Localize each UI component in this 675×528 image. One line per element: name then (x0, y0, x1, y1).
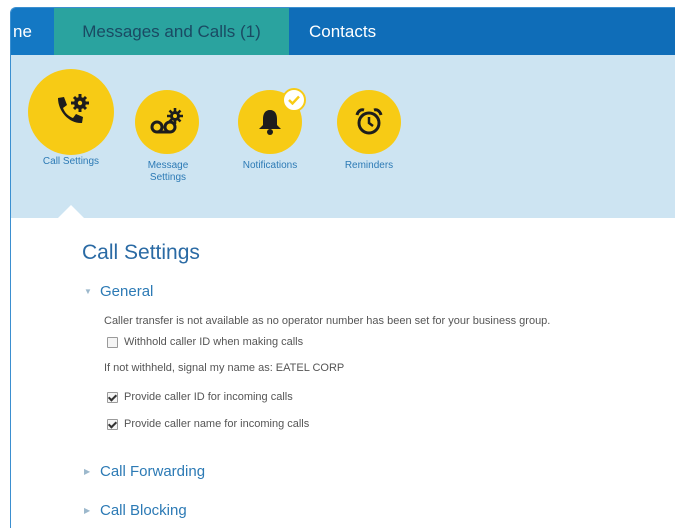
provide-caller-name-label: Provide caller name for incoming calls (124, 418, 310, 430)
settings-subnav: Call Settings Message Settings Notificat… (11, 55, 675, 218)
withhold-caller-id-label: Withhold caller ID when making calls (124, 336, 304, 348)
section-call-blocking[interactable]: ▶ Call Blocking (84, 502, 187, 519)
notifications-circle (238, 88, 306, 154)
section-call-forwarding-label: Call Forwarding (100, 463, 206, 480)
section-general[interactable]: ▼ General (84, 283, 153, 300)
provide-caller-id-checkbox[interactable] (107, 392, 118, 403)
provide-caller-id-label: Provide caller ID for incoming calls (124, 391, 293, 403)
subnav-item-call-settings[interactable]: Call Settings (23, 69, 119, 168)
notification-badge (282, 88, 306, 112)
message-settings-circle (135, 90, 199, 154)
app-window: ne Messages and Calls (1) Contacts Call … (10, 7, 675, 528)
checkmark-icon (288, 95, 300, 105)
caller-transfer-info: Caller transfer is not available as no o… (104, 315, 551, 327)
tab-contacts[interactable]: Contacts (309, 8, 376, 55)
subnav-label-reminders: Reminders (344, 160, 394, 171)
page-title: Call Settings (82, 241, 200, 264)
subnav-label-line: Message (147, 160, 189, 171)
tab-home[interactable]: ne (11, 8, 56, 55)
subnav-item-message-settings[interactable]: Message Settings (135, 90, 201, 184)
phone-gear-icon (58, 94, 89, 124)
voicemail-gear-icon (150, 108, 183, 134)
call-settings-circle (28, 69, 114, 155)
chevron-down-icon: ▼ (84, 287, 92, 296)
bell-icon (259, 110, 281, 135)
reminders-circle (337, 90, 401, 154)
top-navigation: ne Messages and Calls (1) Contacts (11, 8, 675, 55)
section-call-blocking-label: Call Blocking (100, 502, 187, 519)
active-item-pointer (58, 205, 84, 218)
section-call-forwarding[interactable]: ▶ Call Forwarding (84, 463, 205, 480)
alarm-clock-icon (355, 108, 383, 135)
subnav-item-notifications[interactable]: Notifications (234, 88, 306, 172)
subnav-label-line: Settings (149, 172, 187, 183)
tab-messages-and-calls[interactable]: Messages and Calls (1) (54, 8, 289, 55)
subnav-label-notifications: Notifications (242, 160, 298, 171)
subnav-item-reminders[interactable]: Reminders (333, 90, 405, 172)
provide-caller-name-checkbox[interactable] (107, 419, 118, 430)
subnav-label-message-settings: Message Settings (135, 160, 201, 184)
subnav-label-call-settings: Call Settings (42, 156, 100, 167)
chevron-right-icon: ▶ (84, 506, 91, 515)
chevron-right-icon: ▶ (84, 467, 91, 476)
signal-name-text: If not withheld, signal my name as: EATE… (104, 362, 345, 374)
section-general-label: General (100, 283, 154, 300)
withhold-caller-id-checkbox[interactable] (107, 337, 118, 348)
